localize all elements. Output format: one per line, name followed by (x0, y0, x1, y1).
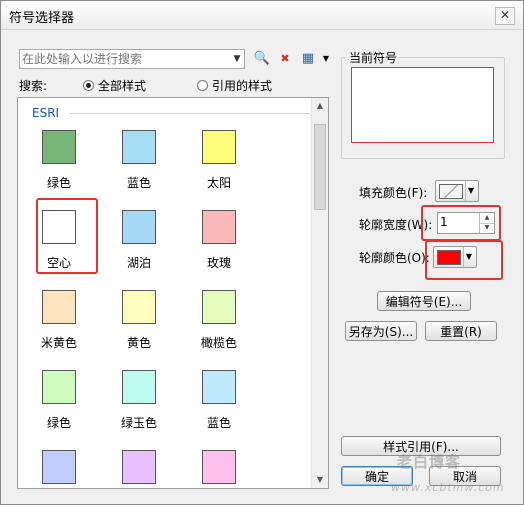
symbol-label: 绿色 (46, 176, 71, 190)
search-icon[interactable]: 🔍 (253, 50, 271, 68)
view-dropdown-icon[interactable]: ▼ (317, 50, 335, 68)
radio-selected-icon (83, 80, 94, 91)
outline-color-highlight (425, 240, 503, 280)
gallery-scrollbar[interactable]: ▲ ▼ (311, 98, 328, 488)
symbol-swatch (202, 450, 236, 484)
search-input[interactable] (22, 51, 222, 66)
search-combobox[interactable]: ▼ (19, 49, 245, 69)
symbol-swatch (202, 290, 236, 324)
outline-width-highlight (421, 205, 501, 241)
radio-all-styles[interactable]: 全部样式 (83, 77, 146, 94)
symbol-swatch (122, 210, 156, 244)
symbol-swatch (122, 130, 156, 164)
symbol-item[interactable] (108, 450, 174, 488)
reset-button[interactable]: 重置(R) (425, 321, 497, 341)
symbol-item[interactable]: 橄榄色 (188, 290, 254, 360)
symbol-label: 黄色 (126, 336, 151, 350)
radio-all-styles-label: 全部样式 (98, 79, 147, 93)
outline-color-label: 轮廓颜色(O): (359, 251, 430, 265)
view-options-icon[interactable]: ▦ (299, 50, 317, 68)
symbol-item[interactable]: 米黄色 (28, 290, 94, 360)
current-symbol-preview (351, 67, 494, 143)
scroll-thumb[interactable] (314, 124, 326, 210)
symbol-label: 太阳 (206, 176, 231, 190)
symbol-label: 湖泊 (126, 256, 151, 270)
clear-search-icon[interactable]: ✖ (276, 50, 294, 68)
symbol-swatch (202, 130, 236, 164)
search-scope-label: 搜索: (19, 79, 48, 93)
current-symbol-label: 当前符号 (347, 49, 400, 66)
edit-symbol-button[interactable]: 编辑符号(E)... (377, 291, 471, 311)
symbol-swatch (202, 370, 236, 404)
symbol-gallery[interactable]: ESRI 绿色 蓝色 太阳 空心 湖泊 玫瑰 米黄色 黄色 橄榄色 绿色 绿玉色… (17, 97, 329, 489)
symbol-label: 玫瑰 (206, 256, 231, 270)
fill-color-label: 填充颜色(F): (359, 186, 428, 200)
close-button[interactable]: ✕ (495, 7, 515, 25)
save-as-button[interactable]: 另存为(S)... (345, 321, 417, 341)
chevron-down-icon: ▼ (465, 181, 476, 201)
symbol-swatch (42, 130, 76, 164)
symbol-item[interactable]: 黄色 (108, 290, 174, 360)
symbol-item[interactable]: 蓝色 (108, 130, 174, 200)
symbol-label: 米黄色 (40, 336, 77, 350)
chevron-down-icon[interactable]: ▼ (230, 50, 244, 68)
symbol-swatch (42, 370, 76, 404)
fill-color-picker[interactable]: ▼ (435, 180, 479, 202)
watermark-url: www.xcbtmw.com (391, 481, 505, 494)
symbol-swatch (202, 210, 236, 244)
symbol-item[interactable] (28, 450, 94, 488)
close-icon: ✕ (499, 8, 511, 22)
radio-referenced-styles-label: 引用的样式 (212, 79, 273, 93)
no-color-icon (439, 184, 463, 199)
selection-highlight (36, 198, 98, 274)
radio-unselected-icon (197, 80, 208, 91)
symbol-item[interactable] (188, 450, 254, 488)
window-title: 符号选择器 (9, 11, 75, 26)
symbol-swatch (122, 290, 156, 324)
symbol-item[interactable]: 绿色 (28, 370, 94, 440)
watermark-text: 老白博客 (397, 453, 462, 471)
symbol-item[interactable]: 绿玉色 (108, 370, 174, 440)
symbol-swatch (42, 290, 76, 324)
symbol-item[interactable]: 太阳 (188, 130, 254, 200)
symbol-selector-window: 符号选择器 ✕ ▼ 🔍 ✖ ▦ ▼ 搜索: 全部样式 引用的样式 ESRI 绿色… (0, 0, 524, 505)
symbol-item[interactable]: 玫瑰 (188, 210, 254, 280)
symbol-label: 绿玉色 (120, 416, 157, 430)
title-bar: 符号选择器 ✕ (1, 1, 523, 30)
scroll-down-icon[interactable]: ▼ (312, 472, 328, 488)
symbol-swatch (42, 450, 76, 484)
scroll-up-icon[interactable]: ▲ (312, 98, 328, 114)
symbol-label: 绿色 (46, 416, 71, 430)
symbol-label: 蓝色 (126, 176, 151, 190)
symbol-item[interactable]: 绿色 (28, 130, 94, 200)
radio-referenced-styles[interactable]: 引用的样式 (197, 77, 272, 94)
symbol-item[interactable]: 湖泊 (108, 210, 174, 280)
symbol-item[interactable]: 蓝色 (188, 370, 254, 440)
symbol-swatch (122, 370, 156, 404)
symbol-label: 橄榄色 (200, 336, 237, 350)
group-divider (70, 113, 310, 114)
symbol-label: 蓝色 (206, 416, 231, 430)
group-label: ESRI (32, 106, 60, 120)
symbol-swatch (122, 450, 156, 484)
